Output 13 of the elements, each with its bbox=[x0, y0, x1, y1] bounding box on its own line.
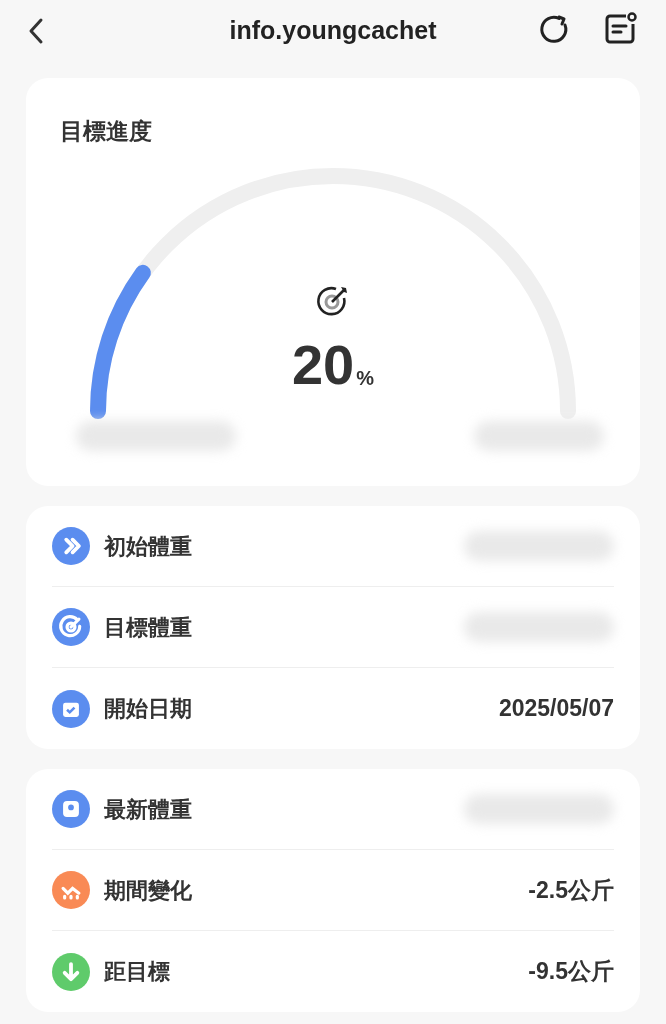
row-label: 開始日期 bbox=[104, 695, 192, 723]
row-label: 距目標 bbox=[104, 958, 170, 986]
percent-unit: % bbox=[356, 365, 375, 391]
row-value: 2025/05/07 bbox=[498, 694, 614, 724]
row-label: 最新體重 bbox=[104, 795, 192, 824]
row-label: 目標體重 bbox=[104, 613, 192, 642]
row-value: -9.5公斤 bbox=[528, 957, 614, 987]
row-value: -2.5公斤 bbox=[528, 875, 614, 905]
row-label: 初始體重 bbox=[104, 532, 192, 561]
card-title: 目標進度 bbox=[60, 118, 152, 144]
row-label: 期間變化 bbox=[104, 876, 192, 905]
page-title: info.youngcachet bbox=[229, 15, 437, 47]
progress-percent: 20 bbox=[291, 336, 355, 393]
